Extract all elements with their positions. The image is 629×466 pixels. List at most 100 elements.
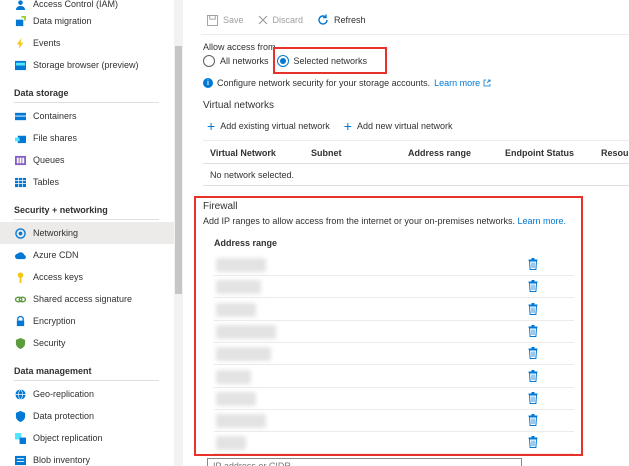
trash-icon[interactable] — [528, 302, 538, 315]
sidebar-item-data-protection[interactable]: Data protection — [0, 405, 174, 427]
table-row — [214, 432, 574, 455]
trash-icon[interactable] — [528, 436, 538, 449]
sidebar-item-label: Security — [33, 338, 66, 348]
trash-icon[interactable] — [528, 414, 538, 427]
add-existing-label: Add existing virtual network — [220, 121, 330, 131]
containers-icon — [15, 112, 26, 120]
add-new-vnet-button[interactable]: + Add new virtual network — [344, 119, 453, 133]
learn-more-link[interactable]: Learn more — [434, 78, 480, 88]
sidebar-item-azure-cdn[interactable]: Azure CDN — [0, 244, 174, 266]
table-row — [214, 254, 574, 276]
queues-icon — [15, 155, 26, 165]
external-link-icon — [483, 79, 491, 87]
column-header: Endpoint Status — [505, 148, 574, 158]
sidebar-scrollbar-thumb[interactable] — [175, 46, 182, 294]
firewall-description-text: Add IP ranges to allow access from the i… — [203, 216, 515, 226]
virtual-networks-table: Virtual Network Subnet Address range End… — [203, 140, 629, 186]
table-row — [214, 321, 574, 343]
highlight-box — [273, 47, 387, 74]
people-icon — [15, 0, 26, 10]
sidebar: Access Control (IAM) Data migration Even… — [0, 0, 174, 466]
column-header: Subnet — [311, 148, 342, 158]
ip-address-input[interactable] — [207, 458, 522, 466]
divider — [14, 102, 159, 103]
add-new-label: Add new virtual network — [356, 121, 453, 131]
plus-icon: + — [207, 118, 216, 134]
redacted-address — [216, 347, 271, 362]
info-message: i Configure network security for your st… — [203, 78, 491, 88]
trash-icon[interactable] — [528, 391, 538, 404]
redacted-address — [216, 324, 276, 339]
redacted-address — [216, 436, 246, 451]
tables-icon — [15, 177, 26, 187]
virtual-networks-title: Virtual networks — [203, 100, 274, 111]
add-existing-vnet-button[interactable]: + Add existing virtual network — [207, 118, 330, 134]
cloud-icon — [15, 251, 26, 259]
link-icon — [15, 296, 26, 302]
sidebar-item-shared-access-signature[interactable]: Shared access signature — [0, 288, 174, 310]
trash-icon[interactable] — [528, 369, 538, 382]
trash-icon[interactable] — [528, 347, 538, 360]
refresh-label: Refresh — [334, 15, 366, 25]
sidebar-item-encryption[interactable]: Encryption — [0, 310, 174, 332]
sidebar-item-access-keys[interactable]: Access keys — [0, 266, 174, 288]
column-header: Virtual Network — [210, 148, 276, 158]
learn-more-link[interactable]: Learn more. — [518, 216, 567, 226]
trash-icon[interactable] — [528, 324, 538, 337]
sidebar-item-events[interactable]: Events — [0, 32, 174, 54]
save-label: Save — [223, 15, 244, 25]
allow-access-label: Allow access from — [203, 42, 276, 52]
sidebar-item-security[interactable]: Security — [0, 332, 174, 354]
discard-button[interactable]: Discard — [258, 15, 304, 25]
divider — [14, 380, 159, 381]
sidebar-item-file-shares[interactable]: File shares — [0, 127, 174, 149]
section-data-management: Data management — [14, 366, 92, 376]
radio-button[interactable] — [203, 55, 215, 67]
trash-icon[interactable] — [528, 258, 538, 270]
save-button[interactable]: Save — [207, 14, 244, 26]
firewall-description: Add IP ranges to allow access from the i… — [203, 216, 566, 226]
firewall-title: Firewall — [203, 201, 238, 212]
shield-icon — [15, 410, 26, 422]
column-header: Address range — [408, 148, 472, 158]
radio-all-networks[interactable]: All networks — [203, 55, 269, 67]
sidebar-item-label: Events — [33, 38, 61, 48]
sidebar-item-containers[interactable]: Containers — [0, 105, 174, 127]
sidebar-item-geo-replication[interactable]: Geo-replication — [0, 383, 174, 405]
close-icon — [258, 15, 267, 25]
trash-icon[interactable] — [528, 280, 538, 293]
migration-icon — [15, 15, 26, 26]
table-row: No network selected. — [203, 164, 629, 186]
lightning-icon — [16, 37, 24, 49]
redacted-address — [216, 369, 251, 384]
redacted-address — [216, 258, 266, 272]
divider — [14, 219, 159, 220]
sidebar-item-queues[interactable]: Queues — [0, 149, 174, 171]
redacted-address — [216, 280, 261, 295]
discard-label: Discard — [272, 15, 304, 25]
virtual-networks-actions: + Add existing virtual network + Add new… — [207, 118, 453, 134]
networking-icon — [15, 227, 26, 239]
sidebar-item-label: Data migration — [33, 16, 92, 26]
sidebar-item-data-migration[interactable]: Data migration — [0, 10, 174, 32]
lock-icon — [16, 315, 25, 326]
sidebar-item-networking[interactable]: Networking — [0, 222, 174, 244]
toolbar-divider — [201, 34, 629, 35]
sidebar-item-object-replication[interactable]: Object replication — [0, 427, 174, 449]
key-icon — [17, 271, 24, 283]
info-icon: i — [203, 78, 213, 88]
section-data-storage: Data storage — [14, 88, 69, 98]
sidebar-item-storage-browser[interactable]: Storage browser (preview) — [0, 54, 174, 76]
sidebar-item-label: Queues — [33, 155, 65, 165]
empty-message: No network selected. — [210, 169, 295, 180]
sidebar-item-blob-inventory[interactable]: Blob inventory — [0, 449, 174, 466]
table-row — [214, 410, 574, 433]
table-row — [214, 366, 574, 388]
table-row — [214, 299, 574, 321]
section-security-networking: Security + networking — [14, 205, 108, 215]
radio-label: All networks — [220, 56, 269, 66]
refresh-button[interactable]: Refresh — [317, 14, 366, 26]
sidebar-item-tables[interactable]: Tables — [0, 171, 174, 193]
redacted-address — [216, 391, 256, 406]
sidebar-item-label: Storage browser (preview) — [33, 60, 139, 70]
